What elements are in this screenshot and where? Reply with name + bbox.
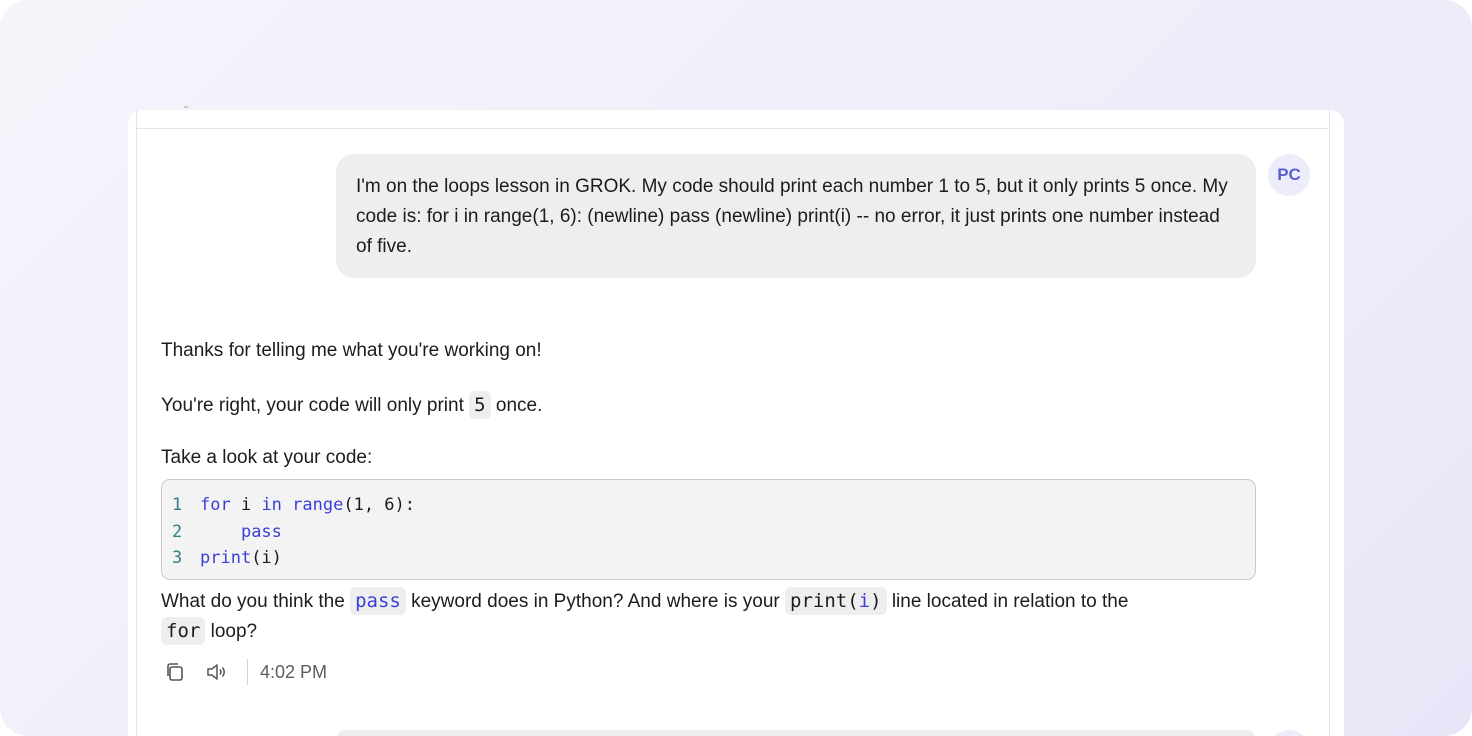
assistant-text-segment: keyword does in Python? And where is you… [411, 591, 780, 612]
assistant-text-segment: line located in relation to the [891, 591, 1129, 612]
message-actions: 4:02 PM [161, 656, 327, 688]
user-message-text: I'm on the loops lesson in GROK. My code… [356, 176, 1228, 257]
line-number: 3 [172, 548, 183, 568]
inline-code-pass: pass [350, 587, 406, 615]
assistant-question-line-2: for loop? [161, 616, 257, 647]
code-line: 2 pass [172, 519, 1255, 546]
next-user-message-bubble [336, 730, 1256, 736]
code-text: print( [790, 590, 859, 612]
copy-icon[interactable] [161, 658, 189, 686]
assistant-text-segment: loop? [210, 621, 258, 642]
code-line: 1 for i in range (1, 6): [172, 492, 1255, 519]
app-background: I'm on the loops lesson in GROK. My code… [0, 0, 1472, 736]
assistant-text-segment: once. [495, 395, 543, 416]
code-keyword: for [200, 495, 231, 515]
header-remnant [184, 106, 188, 108]
inline-code-for: for [161, 617, 206, 645]
message-timestamp: 4:02 PM [260, 661, 328, 682]
assistant-text-segment: What do you think the [161, 591, 345, 612]
actions-separator [247, 659, 248, 685]
assistant-text-line-2: You're right, your code will only print … [161, 390, 542, 421]
inline-code-5: 5 [469, 391, 491, 419]
user-message-bubble: I'm on the loops lesson in GROK. My code… [336, 154, 1256, 278]
assistant-text-line-1: Thanks for telling me what you're workin… [161, 340, 542, 361]
code-line: 3 print (i) [172, 545, 1255, 572]
line-number: 1 [172, 495, 183, 515]
code-text: ) [870, 590, 882, 612]
code-builtin: range [292, 495, 344, 515]
code-block[interactable]: 1 for i in range (1, 6): 2 pass 3 print (i) [161, 479, 1256, 580]
code-text: (i) [251, 548, 282, 568]
assistant-text-segment: You're right, your code will only print [161, 395, 464, 416]
code-keyword: in [261, 495, 282, 515]
header-divider [136, 128, 1328, 129]
speaker-icon[interactable] [203, 658, 231, 686]
user-avatar[interactable]: PC [1268, 154, 1310, 196]
code-keyword: pass [240, 521, 282, 542]
code-text: i [230, 495, 262, 515]
assistant-question-line-1: What do you think the pass keyword does … [161, 586, 1128, 617]
assistant-text-line-3: Take a look at your code: [161, 447, 373, 468]
code-text: (1, 6): [343, 495, 416, 515]
code-arg: i [858, 590, 871, 612]
line-number: 2 [172, 521, 183, 542]
code-builtin: print [200, 548, 252, 568]
inline-code-print: print(i) [785, 587, 887, 615]
